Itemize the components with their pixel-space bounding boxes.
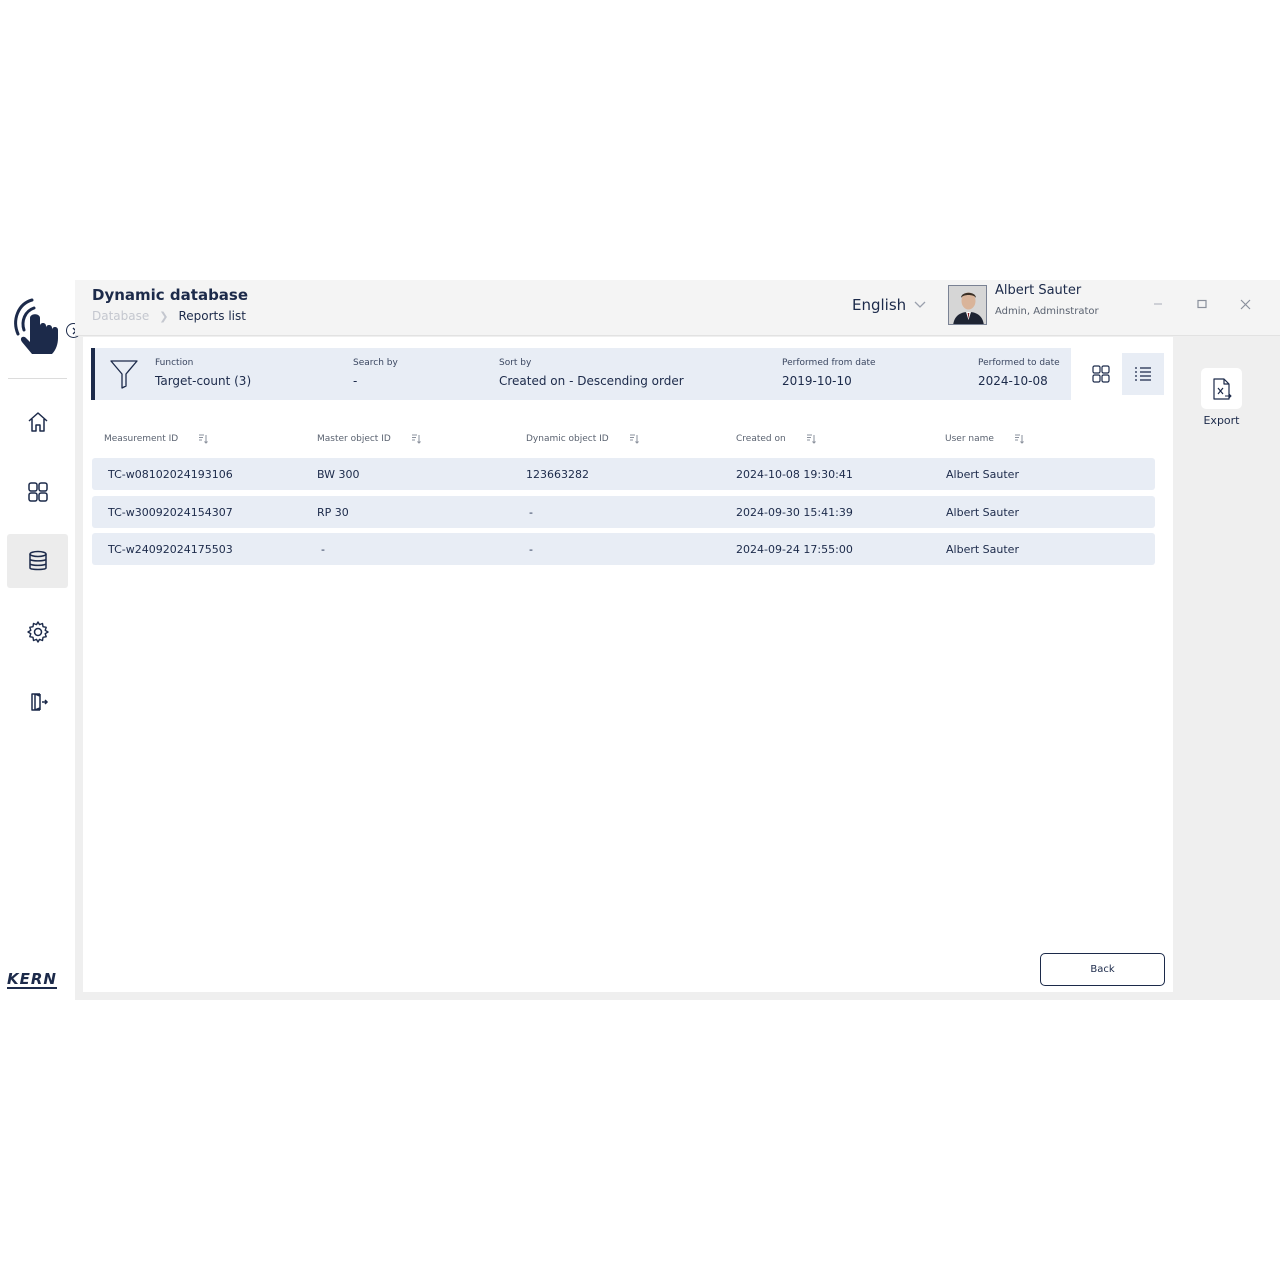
filter-from-date-label: Performed from date (782, 358, 876, 368)
column-header-label: Master object ID (317, 434, 391, 444)
home-icon (28, 412, 47, 432)
user-avatar[interactable] (948, 285, 987, 325)
column-header-master-object-id[interactable]: Master object ID (317, 434, 421, 444)
user-portrait-icon (949, 286, 986, 324)
language-selector[interactable]: English (852, 296, 926, 314)
close-button[interactable] (1235, 294, 1255, 314)
table-row[interactable]: TC-w08102024193106 BW 300 123663282 2024… (92, 458, 1155, 490)
column-header-label: Dynamic object ID (526, 434, 609, 444)
sort-icon[interactable] (629, 434, 639, 444)
filter-search-by-label: Search by (353, 358, 398, 368)
cell-measurement-id: TC-w24092024175503 (108, 543, 233, 556)
breadcrumb: Database ❯ Reports list (92, 309, 246, 323)
filter-function-label: Function (155, 358, 194, 368)
app-window: KERN Dynamic database Database ❯ Reports… (0, 280, 1280, 1000)
sidebar-item-logout[interactable] (7, 675, 68, 729)
export-button[interactable] (1201, 368, 1242, 409)
page-title: Dynamic database (92, 286, 249, 304)
cell-user-name: Albert Sauter (946, 543, 1019, 556)
filter-function: Function Target-count (3) (155, 358, 251, 388)
filter-search-by: Search by - (353, 358, 398, 388)
language-value: English (852, 296, 907, 314)
cell-dynamic-object-id: 123663282 (526, 468, 589, 481)
sidebar: KERN (0, 280, 81, 1000)
cell-dynamic-object-id: - (529, 543, 533, 556)
list-view-icon (1135, 367, 1151, 381)
kern-brand-logo: KERN (7, 970, 57, 989)
filter-sort-by: Sort by Created on - Descending order (499, 358, 684, 388)
minimize-button[interactable] (1148, 294, 1168, 314)
cell-created-on: 2024-10-08 19:30:41 (736, 468, 853, 481)
export-excel-icon (1212, 377, 1232, 400)
close-icon (1240, 299, 1250, 309)
filter-bar[interactable]: Function Target-count (3) Search by - So… (91, 348, 1071, 400)
table-row[interactable]: TC-w30092024154307 RP 30 - 2024-09-30 15… (92, 496, 1155, 528)
sort-icon[interactable] (1014, 434, 1024, 444)
filter-function-value: Target-count (3) (155, 374, 252, 388)
column-header-label: User name (945, 434, 994, 444)
cell-user-name: Albert Sauter (946, 506, 1019, 519)
filter-to-date: Performed to date 2024-10-08 (978, 358, 1060, 388)
cell-dynamic-object-id: - (529, 506, 533, 519)
sort-icon[interactable] (198, 434, 209, 444)
sort-icon[interactable] (411, 434, 421, 444)
filter-from-date: Performed from date 2019-10-10 (782, 358, 876, 388)
filter-to-date-label: Performed to date (978, 358, 1060, 368)
cell-measurement-id: TC-w08102024193106 (108, 468, 233, 481)
cell-master-object-id: BW 300 (317, 468, 360, 481)
apps-grid-icon (27, 482, 48, 502)
database-icon (28, 550, 47, 571)
sort-icon[interactable] (806, 434, 816, 444)
breadcrumb-database[interactable]: Database (92, 309, 149, 323)
user-name: Albert Sauter (995, 283, 1082, 298)
export-label: Export (1203, 414, 1240, 427)
maximize-button[interactable] (1192, 294, 1212, 314)
maximize-icon (1197, 299, 1207, 309)
back-button[interactable]: Back (1040, 953, 1165, 986)
sidebar-item-database[interactable] (7, 534, 68, 588)
filter-from-date-value: 2019-10-10 (782, 374, 852, 388)
column-header-label: Created on (736, 434, 786, 444)
sidebar-item-apps[interactable] (7, 465, 68, 519)
header: Dynamic database Database ❯ Reports list… (75, 280, 1280, 336)
breadcrumb-reports-list: Reports list (178, 309, 246, 323)
gear-icon (26, 621, 49, 643)
chevron-down-icon (914, 301, 926, 308)
sidebar-item-home[interactable] (7, 395, 68, 449)
column-header-measurement-id[interactable]: Measurement ID (104, 434, 209, 444)
action-rail: Export (1173, 337, 1273, 992)
main-panel: Function Target-count (3) Search by - So… (83, 337, 1173, 992)
filter-sort-by-value: Created on - Descending order (499, 374, 684, 388)
column-header-created-on[interactable]: Created on (736, 434, 816, 444)
cell-master-object-id: RP 30 (317, 506, 349, 519)
tile-view-icon (1092, 365, 1110, 383)
column-header-user-name[interactable]: User name (945, 434, 1024, 444)
breadcrumb-separator-icon: ❯ (159, 309, 169, 323)
sidebar-item-settings[interactable] (7, 605, 68, 659)
filter-search-by-value: - (353, 374, 358, 388)
cell-created-on: 2024-09-24 17:55:00 (736, 543, 853, 556)
logout-icon (30, 693, 48, 711)
minimize-icon (1154, 303, 1162, 305)
table-row[interactable]: TC-w24092024175503 - - 2024-09-24 17:55:… (92, 533, 1155, 565)
cell-user-name: Albert Sauter (946, 468, 1019, 481)
filter-funnel-icon[interactable] (109, 358, 139, 390)
column-header-label: Measurement ID (104, 434, 179, 444)
cell-created-on: 2024-09-30 15:41:39 (736, 506, 853, 519)
filter-to-date-value: 2024-10-08 (978, 374, 1048, 388)
filter-sort-by-label: Sort by (499, 358, 532, 368)
column-header-dynamic-object-id[interactable]: Dynamic object ID (526, 434, 639, 444)
cell-measurement-id: TC-w30092024154307 (108, 506, 233, 519)
view-list-button[interactable] (1122, 353, 1164, 395)
user-role: Admin, Adminstrator (995, 306, 1099, 317)
view-grid-button[interactable] (1081, 353, 1121, 395)
cell-master-object-id: - (321, 543, 325, 556)
sidebar-divider (8, 378, 67, 379)
touch-hand-logo-icon (14, 298, 58, 354)
